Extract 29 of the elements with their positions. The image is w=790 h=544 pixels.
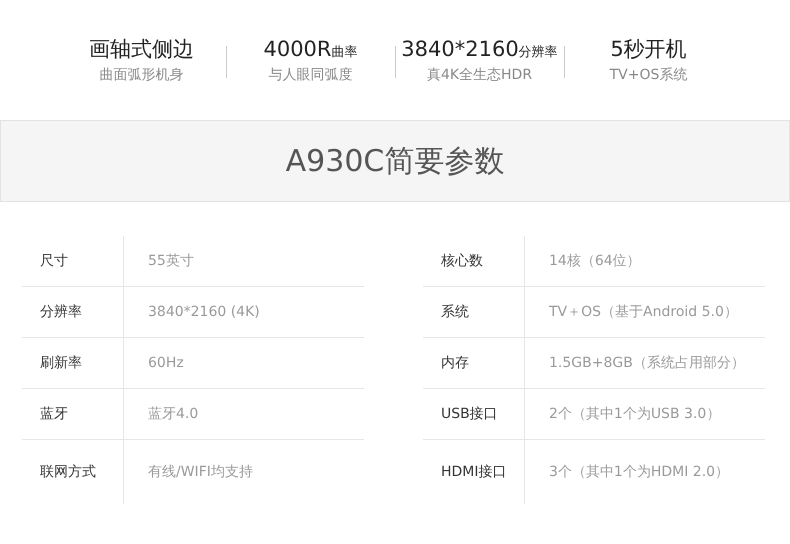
spec-value: 60Hz	[148, 354, 184, 372]
spec-value: 蓝牙4.0	[148, 404, 198, 424]
spec-value: 14核（64位）	[549, 252, 641, 270]
spec-label: 尺寸	[40, 252, 68, 270]
spec-value: TV＋OS（基于Android 5.0）	[549, 302, 738, 322]
spec-label: 刷新率	[40, 354, 82, 372]
spec-label: 核心数	[441, 252, 483, 270]
spec-value: 1.5GB+8GB（系统占用部分）	[549, 354, 745, 372]
spec-label: 分辨率	[40, 302, 82, 322]
feature-headline: 3840*2160分辨率	[400, 36, 559, 63]
spec-value: 有线/WIFI均支持	[148, 462, 253, 482]
spec-label: 联网方式	[40, 462, 96, 482]
spec-value: 3个（其中1个为HDMI 2.0）	[549, 462, 730, 482]
spec-label: 系统	[441, 302, 469, 322]
feature-caption: 真4K全生态HDR	[426, 66, 534, 85]
feature-caption: TV+OS系统	[608, 66, 688, 85]
spec-value: 3840*2160 (4K)	[148, 302, 260, 322]
feature-headline: 画轴式侧边	[88, 36, 195, 63]
feature-caption: 曲面弧形机身	[98, 66, 184, 85]
spec-label: 蓝牙	[40, 404, 68, 424]
spec-label: HDMI接口	[441, 462, 507, 482]
feature-headline: 5秒开机	[609, 36, 688, 63]
section-title: A930C简要参数	[286, 142, 504, 180]
spec-label: 内存	[441, 354, 469, 372]
spec-value: 2个（其中1个为USB 3.0）	[549, 404, 720, 424]
feature-caption: 与人眼同弧度	[268, 66, 354, 85]
spec-value: 55英寸	[148, 252, 194, 270]
spec-label: USB接口	[441, 404, 498, 424]
feature-headline: 4000R曲率	[262, 36, 359, 63]
